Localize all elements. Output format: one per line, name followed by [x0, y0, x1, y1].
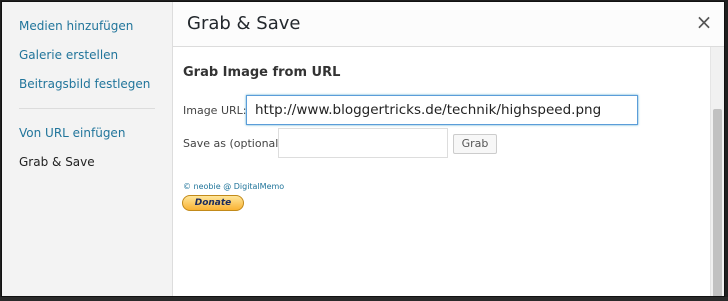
save-as-label: Save as (optional) — [183, 137, 283, 150]
sidebar-item-medien-hinzufuegen[interactable]: Medien hinzufügen — [19, 19, 133, 33]
section-title: Grab Image from URL — [183, 65, 341, 80]
background-strip — [0, 297, 728, 301]
credit-link[interactable]: © neobie @ DigitalMemo — [183, 182, 284, 191]
save-as-input[interactable] — [278, 128, 448, 158]
media-modal: Medien hinzufügen Galerie erstellen Beit… — [1, 1, 725, 297]
grab-button[interactable]: Grab — [453, 134, 497, 154]
scrollbar[interactable] — [710, 47, 724, 296]
close-icon[interactable]: × — [694, 12, 714, 32]
page-title: Grab & Save — [187, 13, 301, 34]
sidebar-item-galerie-erstellen[interactable]: Galerie erstellen — [19, 48, 118, 62]
grab-save-panel: Grab Image from URL Image URL: Save as (… — [173, 47, 724, 296]
sidebar-item-grab-and-save[interactable]: Grab & Save — [19, 155, 95, 169]
donate-button[interactable]: Donate — [182, 195, 244, 211]
media-sidebar: Medien hinzufügen Galerie erstellen Beit… — [2, 2, 173, 296]
sidebar-separator — [19, 108, 155, 109]
image-url-label: Image URL: — [183, 104, 247, 117]
sidebar-item-von-url-einfuegen[interactable]: Von URL einfügen — [19, 126, 125, 140]
scrollbar-thumb[interactable] — [713, 109, 722, 296]
sidebar-item-beitragsbild-festlegen[interactable]: Beitragsbild festlegen — [19, 77, 150, 91]
modal-header: Grab & Save × — [173, 2, 724, 47]
image-url-input[interactable] — [246, 95, 638, 125]
